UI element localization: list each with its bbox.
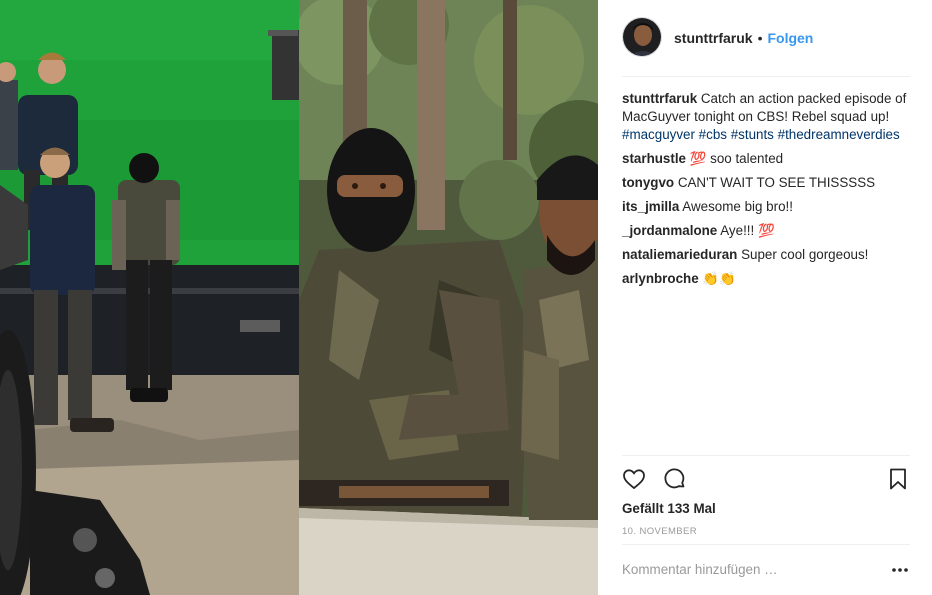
comment-item: arlynbroche 👏👏 xyxy=(622,270,910,288)
bookmark-icon[interactable] xyxy=(886,467,910,491)
post-header: stunttrfaruk • Folgen xyxy=(622,17,910,77)
hashtag-link[interactable]: #thedreamneverdies xyxy=(778,127,900,142)
comment-item: _jordanmalone Aye!!! 💯 xyxy=(622,222,910,240)
comment-text: CAN'T WAIT TO SEE THISSSSS xyxy=(677,175,876,190)
post-actions: Gefällt 133 Mal 10. NOVEMBER xyxy=(622,455,910,545)
comment-text: 👏👏 xyxy=(702,271,736,286)
add-comment-section xyxy=(622,544,910,595)
comment-username[interactable]: tonygvo xyxy=(622,175,674,190)
comment-item: tonygvo CAN'T WAIT TO SEE THISSSSS xyxy=(622,174,910,192)
comment-item: its_jmilla Awesome big bro!! xyxy=(622,198,910,216)
photo-panel-green-screen xyxy=(0,0,299,595)
comment-item: starhustle 💯 soo talented xyxy=(622,150,910,168)
comment-input[interactable] xyxy=(622,562,872,577)
post-caption: stunttrfaruk Catch an action packed epis… xyxy=(622,90,910,144)
comment-text: Aye!!! 💯 xyxy=(720,223,775,238)
heart-icon[interactable] xyxy=(622,467,646,491)
comment-item: nataliemarieduran Super cool gorgeous! xyxy=(622,246,910,264)
separator-dot: • xyxy=(757,30,763,46)
comment-text: 💯 soo talented xyxy=(689,151,784,166)
comment-icon[interactable] xyxy=(663,467,687,491)
comments-list: stunttrfaruk Catch an action packed epis… xyxy=(622,90,910,294)
post-author-username[interactable]: stunttrfaruk xyxy=(674,30,753,46)
comment-text: Awesome big bro!! xyxy=(682,199,793,214)
hashtag-link[interactable]: #stunts xyxy=(731,127,774,142)
action-icons-row xyxy=(622,467,910,491)
hashtag-link[interactable]: #macguyver xyxy=(622,127,695,142)
comment-username[interactable]: its_jmilla xyxy=(622,199,679,214)
likes-count[interactable]: Gefällt 133 Mal xyxy=(622,501,716,516)
avatar[interactable] xyxy=(622,17,662,57)
more-options-icon[interactable] xyxy=(890,560,910,580)
comment-username[interactable]: nataliemarieduran xyxy=(622,247,737,262)
comment-username[interactable]: starhustle xyxy=(622,151,686,166)
comment-username[interactable]: arlynbroche xyxy=(622,271,699,286)
comment-text: Super cool gorgeous! xyxy=(741,247,869,262)
comment-username[interactable]: _jordanmalone xyxy=(622,223,717,238)
hashtag-link[interactable]: #cbs xyxy=(699,127,727,142)
post-date: 10. NOVEMBER xyxy=(622,526,698,537)
post-image[interactable] xyxy=(0,0,598,595)
follow-button[interactable]: Folgen xyxy=(767,30,813,46)
caption-username[interactable]: stunttrfaruk xyxy=(622,91,697,106)
photo-panel-forest xyxy=(299,0,598,595)
post-sidebar: stunttrfaruk • Folgen stunttrfaruk Catch… xyxy=(598,0,932,595)
